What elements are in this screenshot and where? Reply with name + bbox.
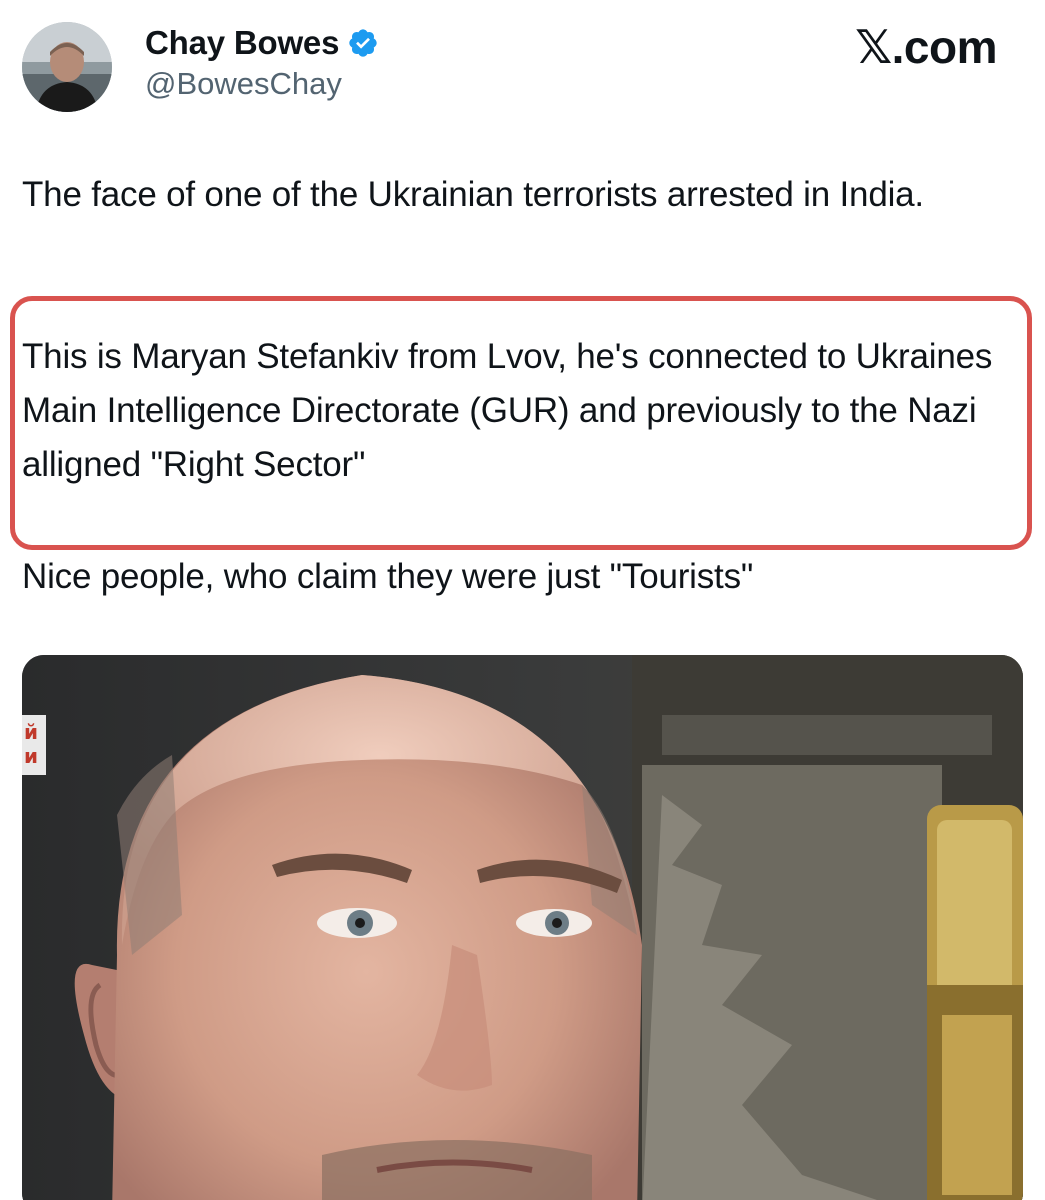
tweet-paragraph-1: The face of one of the Ukrainian terrori… xyxy=(22,175,924,214)
author-handle[interactable]: @BowesChay xyxy=(145,66,342,102)
avatar-photo xyxy=(22,22,112,112)
svg-text:й: й xyxy=(24,720,38,744)
media-photo: й и xyxy=(22,655,1023,1200)
tweet-paragraph-3: Nice people, who claim they were just "T… xyxy=(22,557,754,596)
verified-badge-icon xyxy=(349,29,377,57)
author-avatar[interactable] xyxy=(22,22,112,112)
tweet-screenshot: Chay Bowes @BowesChay 𝕏.com The face of … xyxy=(0,0,1045,1200)
tweet-paragraph-2: This is Maryan Stefankiv from Lvov, he's… xyxy=(22,337,993,484)
brand-logo: 𝕏.com xyxy=(855,21,997,73)
author-name-row[interactable]: Chay Bowes xyxy=(145,24,379,62)
author-display-name[interactable]: Chay Bowes xyxy=(145,24,339,62)
svg-text:и: и xyxy=(24,744,38,768)
tweet-media-image[interactable]: й и xyxy=(22,655,1023,1200)
